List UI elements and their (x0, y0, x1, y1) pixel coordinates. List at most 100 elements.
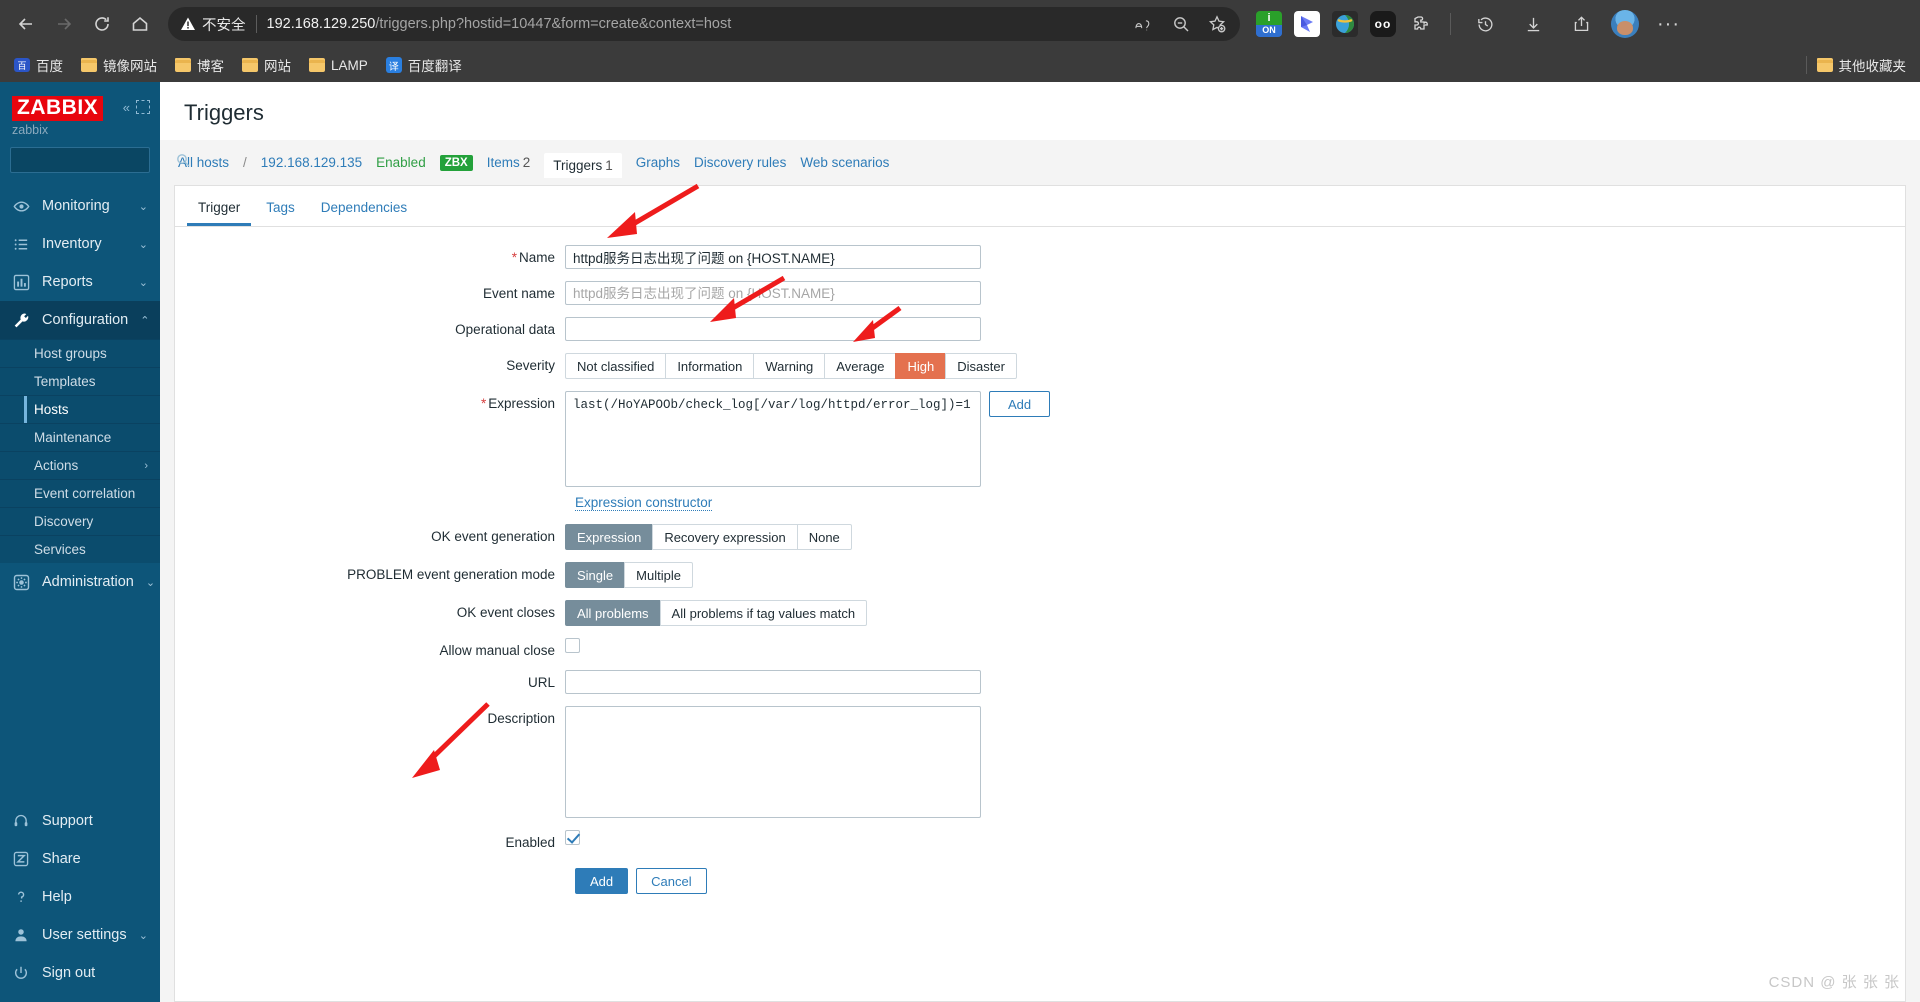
expression-control: last(/HoYAPOOb/check_log[/var/log/httpd/… (565, 391, 1051, 487)
forward-arrow-icon[interactable] (46, 6, 82, 42)
expression-constructor-link[interactable]: Expression constructor (575, 495, 713, 511)
reload-icon[interactable] (84, 6, 120, 42)
address-bar[interactable]: 不安全 192.168.129.250/triggers.php?hostid=… (168, 7, 1240, 41)
puzzle-extension-icon[interactable] (1408, 11, 1434, 37)
downloads-icon[interactable] (1515, 6, 1551, 42)
problem-event-option-single[interactable]: Single (565, 562, 626, 588)
more-menu-icon[interactable]: ··· (1651, 13, 1686, 36)
hide-sidebar-icon[interactable] (136, 100, 150, 114)
agent-badge[interactable]: ZBX (439, 154, 473, 171)
list-icon (12, 236, 30, 253)
main-content: Triggers All hosts / 192.168.129.135 Ena… (160, 82, 1920, 1002)
sidebar-item-support[interactable]: Support (0, 802, 160, 840)
tab-tags[interactable]: Tags (255, 194, 306, 226)
breadcrumb-items[interactable]: Items 2 (487, 155, 531, 170)
sidebar-item-event-correlation[interactable]: Event correlation (0, 479, 160, 507)
breadcrumb-triggers[interactable]: Triggers 1 (544, 153, 622, 178)
zoom-out-icon[interactable] (1170, 13, 1192, 35)
expression-textarea[interactable]: last(/HoYAPOOb/check_log[/var/log/httpd/… (565, 391, 981, 487)
read-aloud-icon[interactable] (1134, 13, 1156, 35)
ok-event-closes-option-all-problems[interactable]: All problems (565, 600, 661, 626)
sidebar-item-hosts[interactable]: Hosts (0, 395, 160, 423)
chevron-down-icon[interactable]: ⌄ (139, 238, 148, 251)
description-textarea[interactable] (565, 706, 981, 818)
search-icon[interactable] (176, 153, 190, 167)
sidebar-search[interactable] (10, 147, 190, 173)
sidebar-item-user-settings[interactable]: User settings ⌄ (0, 916, 160, 954)
chevron-up-icon[interactable]: ⌃ (140, 314, 149, 327)
zabbix-logo[interactable]: ZABBIX (12, 96, 104, 121)
sidebar-item-help[interactable]: Help (0, 878, 160, 916)
collapse-sidebar-icon[interactable]: « (123, 100, 130, 115)
severity-option-warning[interactable]: Warning (753, 353, 826, 379)
breadcrumb-discovery-rules[interactable]: Discovery rules (694, 155, 786, 170)
history-icon[interactable] (1467, 6, 1503, 42)
sidebar-item-host-groups[interactable]: Host groups (0, 339, 160, 367)
chevron-down-icon[interactable]: ⌄ (146, 576, 155, 589)
sidebar-item-templates[interactable]: Templates (0, 367, 160, 395)
tab-dependencies[interactable]: Dependencies (310, 194, 418, 226)
other-bookmarks-button[interactable]: 其他收藏夹 (1816, 55, 1906, 75)
bookmark-item[interactable]: 镜像网站 (81, 55, 157, 75)
bookmark-item[interactable]: 百 百度 (14, 55, 63, 75)
ok-event-closes-option-tag-match[interactable]: All problems if tag values match (659, 600, 868, 626)
add-favorite-icon[interactable] (1206, 13, 1228, 35)
bookmark-item[interactable]: 译 百度翻译 (385, 55, 462, 75)
severity-option-disaster[interactable]: Disaster (945, 353, 1017, 379)
bookmark-item[interactable]: LAMP (309, 58, 368, 73)
sidebar-item-services[interactable]: Services (0, 535, 160, 563)
chevron-down-icon[interactable]: ⌄ (139, 276, 148, 289)
sidebar-item-inventory[interactable]: Inventory ⌄ (0, 225, 160, 263)
ok-event-option-none[interactable]: None (796, 524, 852, 550)
severity-option-not-classified[interactable]: Not classified (565, 353, 667, 379)
tab-trigger[interactable]: Trigger (187, 194, 252, 226)
severity-option-average[interactable]: Average (824, 353, 897, 379)
globe-extension-icon[interactable] (1332, 11, 1358, 37)
bookmark-item[interactable]: 网站 (242, 55, 291, 75)
sidebar-item-maintenance[interactable]: Maintenance (0, 423, 160, 451)
zabbix-share-icon (12, 851, 30, 867)
problem-event-mode-segmented-control: Single Multiple (565, 562, 693, 588)
host-status[interactable]: Enabled (376, 155, 426, 170)
breadcrumb-graphs[interactable]: Graphs (636, 155, 680, 170)
add-button[interactable]: Add (575, 868, 629, 894)
url-input[interactable] (565, 670, 981, 694)
sidebar-item-reports[interactable]: Reports ⌄ (0, 263, 160, 301)
breadcrumb-web-scenarios[interactable]: Web scenarios (800, 155, 889, 170)
ok-event-option-recovery-expression[interactable]: Recovery expression (652, 524, 798, 550)
severity-option-high[interactable]: High (895, 353, 947, 379)
breadcrumb-host[interactable]: 192.168.129.135 (261, 155, 362, 170)
home-icon[interactable] (122, 6, 158, 42)
event-name-label: Event name (482, 286, 555, 301)
cancel-button[interactable]: Cancel (636, 868, 707, 894)
back-arrow-icon[interactable] (8, 6, 44, 42)
breadcrumb-link-label: Triggers (553, 158, 603, 173)
ok-event-option-expression[interactable]: Expression (565, 524, 654, 550)
bookmark-item[interactable]: 博客 (175, 55, 224, 75)
breadcrumb-separator: / (243, 155, 247, 170)
enabled-checkbox[interactable] (565, 830, 580, 845)
sidebar-item-configuration[interactable]: Configuration ⌃ (0, 301, 160, 339)
share-icon[interactable] (1563, 6, 1599, 42)
sidebar-item-monitoring[interactable]: Monitoring ⌄ (0, 187, 160, 225)
add-expression-button[interactable]: Add (989, 391, 1051, 417)
sidebar-item-discovery[interactable]: Discovery (0, 507, 160, 535)
severity-option-information[interactable]: Information (665, 353, 755, 379)
oo-extension-icon[interactable]: oo (1370, 11, 1396, 37)
operational-data-input[interactable] (565, 317, 981, 341)
chevron-right-icon[interactable]: › (144, 460, 148, 472)
sidebar-item-actions[interactable]: Actions › (0, 451, 160, 479)
chevron-down-icon[interactable]: ⌄ (139, 929, 148, 942)
allow-manual-close-checkbox[interactable] (565, 638, 580, 653)
avatar[interactable] (1611, 10, 1639, 38)
search-input[interactable] (17, 152, 176, 168)
event-name-input[interactable] (565, 281, 981, 305)
problem-event-option-multiple[interactable]: Multiple (624, 562, 693, 588)
name-input[interactable] (565, 245, 981, 269)
bird-extension-icon[interactable] (1294, 11, 1320, 37)
sidebar-item-sign-out[interactable]: Sign out (0, 954, 160, 992)
sidebar-item-share[interactable]: Share (0, 840, 160, 878)
chevron-down-icon[interactable]: ⌄ (139, 200, 148, 213)
sidebar-item-administration[interactable]: Administration ⌄ (0, 563, 160, 601)
adguard-extension-icon[interactable]: i ON (1256, 11, 1282, 37)
